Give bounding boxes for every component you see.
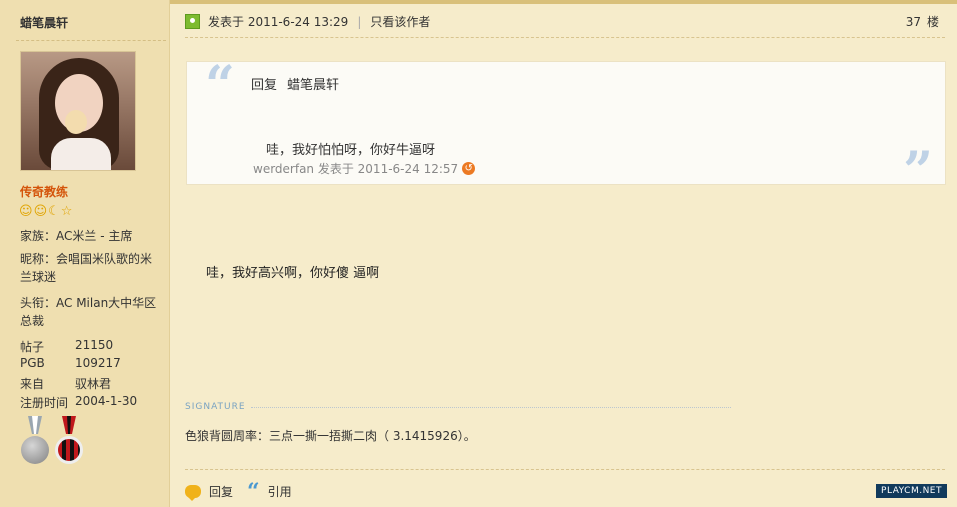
quote-reply-line: 回复 蜡笔晨轩 bbox=[251, 78, 340, 93]
reply-button[interactable]: 回复 bbox=[185, 483, 233, 501]
signature-divider bbox=[251, 407, 731, 408]
level-icons: ☺ ☺ ☾ ☆ bbox=[19, 205, 72, 219]
family-info: 家族：AC米兰 - 主席 bbox=[20, 229, 133, 243]
quote-text: 哇，我好怕怕呀，你好牛逼呀 bbox=[266, 143, 436, 158]
only-author-link[interactable]: 只看该作者 bbox=[370, 13, 430, 30]
divider bbox=[185, 37, 945, 38]
close-quote-icon: ” bbox=[903, 141, 933, 202]
title-info: 头衔：AC Milan大中华区总裁 bbox=[20, 296, 157, 328]
signature-label: SIGNATURE bbox=[185, 402, 246, 412]
post-actions: 回复 “ 引用 bbox=[185, 478, 306, 505]
watermark: PLAYCM.NET bbox=[876, 484, 947, 498]
avatar[interactable] bbox=[20, 51, 136, 171]
post-body: 哇，我好高兴啊，你好傻 逼啊 bbox=[206, 266, 380, 281]
stat-from: 来自 驭林君 bbox=[20, 377, 112, 391]
open-quote-icon: “ bbox=[205, 55, 235, 116]
post-main: 发表于 2011-6-24 13:29 | 只看该作者 37 楼 “ 回复 蜡笔晨轩… bbox=[171, 0, 957, 507]
medals bbox=[20, 416, 84, 466]
post-header: 发表于 2011-6-24 13:29 | 只看该作者 bbox=[185, 13, 430, 30]
stat-registered: 注册时间 2004-1-30 bbox=[20, 394, 138, 410]
vip-medal-icon[interactable] bbox=[20, 416, 50, 466]
star-icon: ☆ bbox=[60, 204, 73, 219]
reply-icon bbox=[185, 485, 201, 501]
quote-block: “ 回复 蜡笔晨轩 哇，我好怕怕呀，你好牛逼呀 werderfan 发表于 201… bbox=[186, 55, 946, 198]
ac-milan-medal-icon[interactable] bbox=[54, 416, 84, 466]
author-sidebar: 蜡笔晨轩 传奇教练 ☺ ☺ ☾ ☆ 家族：AC米兰 - 主席 昵称：会唱国米队歌… bbox=[0, 0, 170, 507]
stat-posts: 帖子 21150 bbox=[20, 338, 114, 354]
quote-meta: werderfan 发表于 2011-6-24 12:57 ↺ bbox=[253, 160, 476, 177]
online-status-icon bbox=[185, 14, 200, 29]
floor-indicator[interactable]: 37 楼 bbox=[906, 13, 939, 30]
stat-pgb: PGB 109217 bbox=[20, 356, 121, 370]
divider bbox=[16, 40, 166, 41]
quote-icon: “ bbox=[247, 478, 260, 505]
author-name[interactable]: 蜡笔晨轩 bbox=[20, 14, 68, 31]
moon-icon: ☾ bbox=[48, 204, 60, 219]
rank-label: 传奇教练 bbox=[20, 185, 69, 199]
go-to-post-icon[interactable]: ↺ bbox=[462, 162, 476, 175]
quote-button[interactable]: “ 引用 bbox=[247, 478, 292, 505]
separator: | bbox=[357, 14, 362, 29]
quote-reply-to: 蜡笔晨轩 bbox=[287, 78, 340, 93]
post-time: 发表于 2011-6-24 13:29 bbox=[208, 15, 349, 29]
nickname-info: 昵称：会唱国米队歌的米兰球迷 bbox=[20, 252, 153, 284]
signature-text: 色狼背圆周率：三点一撕一捂撕二肉（ 3.1415926）。 bbox=[185, 429, 476, 443]
smiley-icon: ☺ bbox=[19, 204, 33, 219]
divider bbox=[185, 469, 945, 470]
smiley-icon: ☺ bbox=[33, 204, 48, 219]
